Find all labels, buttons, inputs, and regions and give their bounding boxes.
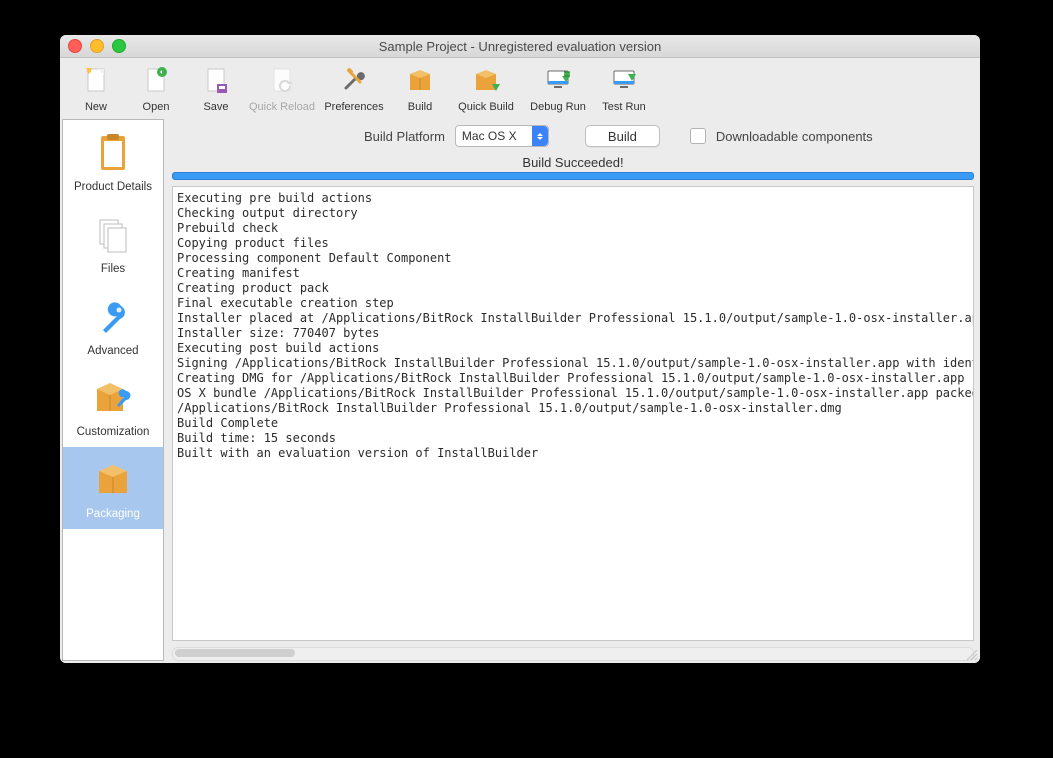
app-window: Sample Project - Unregistered evaluation… (60, 35, 980, 663)
build-bar: Build Platform Mac OS X Build Downloadab… (166, 117, 980, 151)
box-icon (404, 64, 436, 99)
files-icon (91, 212, 135, 259)
preferences-label: Preferences (324, 101, 383, 113)
build-action-button[interactable]: Build (585, 125, 660, 147)
sidebar-item-files[interactable]: Files (63, 202, 163, 284)
files-label: Files (101, 263, 125, 277)
downloadable-label: Downloadable components (716, 129, 873, 144)
debug-run-button[interactable]: Debug Run (522, 64, 594, 115)
tools-icon (338, 64, 370, 99)
downloadable-checkbox[interactable] (690, 128, 706, 144)
quick-build-button[interactable]: Quick Build (450, 64, 522, 115)
save-button[interactable]: Save (186, 64, 246, 115)
monitor-bug-icon (542, 64, 574, 99)
open-label: Open (143, 101, 170, 113)
quick-build-label: Quick Build (458, 101, 514, 113)
scrollbar-thumb[interactable] (175, 649, 295, 657)
window-title: Sample Project - Unregistered evaluation… (60, 39, 980, 54)
content-area: Product Details Files Advanced Customiza… (60, 117, 980, 663)
monitor-play-icon (608, 64, 640, 99)
status-message: Build Succeeded! (166, 155, 980, 170)
build-label: Build (408, 101, 432, 113)
sidebar-item-advanced[interactable]: Advanced (63, 284, 163, 366)
box-arrow-icon (470, 64, 502, 99)
build-platform-value: Mac OS X (462, 129, 532, 143)
titlebar[interactable]: Sample Project - Unregistered evaluation… (60, 35, 980, 58)
sidebar: Product Details Files Advanced Customiza… (62, 119, 164, 661)
new-button[interactable]: New (66, 64, 126, 115)
quick-reload-button: Quick Reload (246, 64, 318, 115)
build-platform-label: Build Platform (364, 129, 445, 144)
customization-label: Customization (77, 426, 150, 440)
preferences-button[interactable]: Preferences (318, 64, 390, 115)
advanced-label: Advanced (87, 345, 138, 359)
open-button[interactable]: Open (126, 64, 186, 115)
sidebar-item-packaging[interactable]: Packaging (63, 447, 163, 529)
toolbar: New Open Save Quick Reload Preferences (60, 58, 980, 117)
chevron-updown-icon (532, 126, 548, 146)
save-label: Save (203, 101, 228, 113)
build-log[interactable]: Executing pre build actions Checking out… (172, 186, 974, 641)
wrench-icon (91, 294, 135, 341)
sidebar-item-customization[interactable]: Customization (63, 365, 163, 447)
packaging-label: Packaging (86, 508, 140, 522)
sidebar-item-product-details[interactable]: Product Details (63, 120, 163, 202)
debug-run-label: Debug Run (530, 101, 586, 113)
main-panel: Build Platform Mac OS X Build Downloadab… (166, 117, 980, 663)
resize-handle-icon[interactable] (964, 647, 978, 661)
horizontal-scrollbar[interactable] (172, 647, 974, 661)
test-run-label: Test Run (602, 101, 645, 113)
new-label: New (85, 101, 107, 113)
new-file-icon (80, 64, 112, 99)
clipboard-icon (91, 130, 135, 177)
build-button[interactable]: Build (390, 64, 450, 115)
progress-bar (172, 172, 974, 180)
box-wrench-icon (91, 375, 135, 422)
package-icon (91, 457, 135, 504)
build-platform-select[interactable]: Mac OS X (455, 125, 549, 147)
save-icon (200, 64, 232, 99)
quick-reload-label: Quick Reload (249, 101, 315, 113)
product-details-label: Product Details (74, 181, 152, 195)
test-run-button[interactable]: Test Run (594, 64, 654, 115)
open-file-icon (140, 64, 172, 99)
reload-icon (266, 64, 298, 99)
